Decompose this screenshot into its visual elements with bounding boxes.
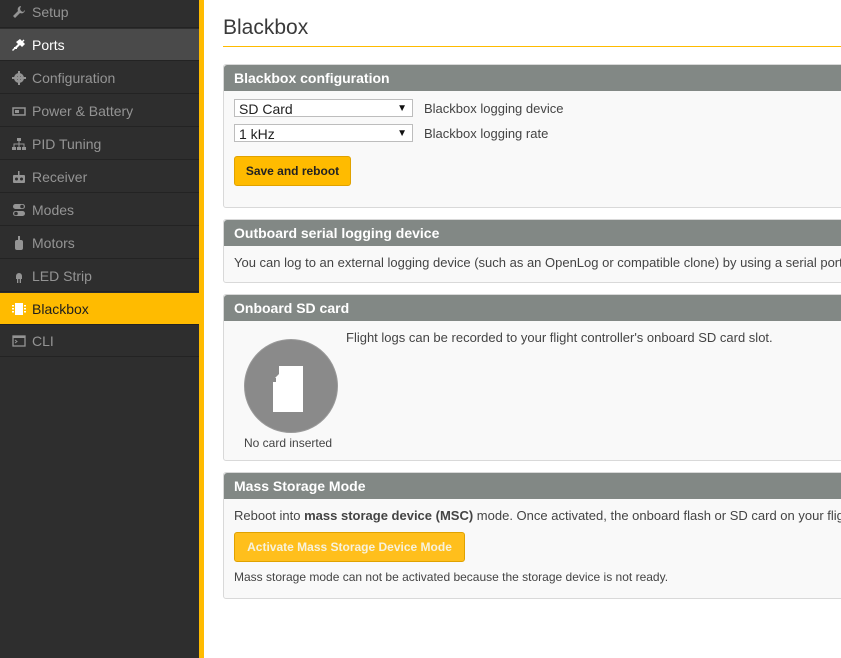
logging-rate-label: Blackbox logging rate <box>424 126 549 141</box>
sidebar-item-label: Power & Battery <box>32 102 134 119</box>
outboard-serial-panel: Outboard serial logging device You can l… <box>223 219 841 283</box>
dropdown-arrow-icon: ▼ <box>397 128 407 139</box>
main-content: Blackbox Blackbox configuration SD Card … <box>204 0 841 658</box>
msc-text-bold: mass storage device (MSC) <box>304 508 474 523</box>
sidebar-item-label: Setup <box>32 3 69 20</box>
panel-header: Outboard serial logging device <box>224 220 841 246</box>
wrench-icon <box>12 5 26 19</box>
sidebar-item-configuration[interactable]: Configuration <box>0 62 199 94</box>
sidebar-item-power-battery[interactable]: Power & Battery <box>0 95 199 127</box>
led-icon <box>12 269 26 283</box>
msc-text-pre: Reboot into <box>234 508 305 523</box>
sidebar-item-led-strip[interactable]: LED Strip <box>0 260 199 292</box>
sidebar-item-motors[interactable]: Motors <box>0 227 199 259</box>
sidebar-item-label: Configuration <box>32 69 116 86</box>
msc-description: Reboot into mass storage device (MSC) mo… <box>234 508 841 523</box>
sidebar-item-ports[interactable]: Ports <box>0 29 199 61</box>
mass-storage-panel: Mass Storage Mode Reboot into mass stora… <box>223 472 841 599</box>
sidebar-item-label: PID Tuning <box>32 135 102 152</box>
msc-text-post: mode. Once activated, the onboard flash … <box>473 508 841 523</box>
title-divider <box>223 46 841 47</box>
logging-rate-value: 1 kHz <box>239 126 275 142</box>
panel-header: Mass Storage Mode <box>224 473 841 499</box>
sidebar-item-receiver[interactable]: Receiver <box>0 161 199 193</box>
sidebar-item-label: Motors <box>32 234 75 251</box>
toggles-icon <box>12 203 26 217</box>
blackbox-configuration-panel: Blackbox configuration SD Card ▼ Blackbo… <box>223 64 841 208</box>
panel-header: Onboard SD card <box>224 295 841 321</box>
sidebar-item-label: LED Strip <box>32 267 92 284</box>
sidebar-item-cli[interactable]: CLI <box>0 325 199 357</box>
msc-status-note: Mass storage mode can not be activated b… <box>234 570 669 584</box>
outboard-description: You can log to an external logging devic… <box>234 255 841 270</box>
motor-icon <box>12 235 26 250</box>
sidebar-item-setup[interactable]: Setup <box>0 0 199 28</box>
dropdown-arrow-icon: ▼ <box>397 103 407 114</box>
sd-card-status-circle <box>244 339 338 433</box>
logging-rate-select[interactable]: 1 kHz ▼ <box>234 124 413 142</box>
sd-card-icon <box>273 366 303 412</box>
save-and-reboot-button[interactable]: Save and reboot <box>234 156 351 186</box>
sidebar-item-pid-tuning[interactable]: PID Tuning <box>0 128 199 160</box>
sd-card-description: Flight logs can be recorded to your flig… <box>346 330 773 345</box>
logging-device-select[interactable]: SD Card ▼ <box>234 99 413 117</box>
sidebar-nav: Setup Ports Configuration Power & Batter… <box>0 0 199 658</box>
blackbox-icon <box>12 302 26 316</box>
sidebar-item-label: CLI <box>32 332 54 349</box>
logging-device-label: Blackbox logging device <box>424 101 564 116</box>
plug-icon <box>12 38 26 52</box>
logging-device-value: SD Card <box>239 101 293 117</box>
gear-icon <box>12 70 26 85</box>
sidebar-item-label: Receiver <box>32 168 88 185</box>
terminal-icon <box>12 334 26 348</box>
sd-card-status-text: No card inserted <box>244 436 333 450</box>
pid-tree-icon <box>12 137 26 151</box>
sidebar-item-label: Modes <box>32 201 75 218</box>
sidebar-item-label: Ports <box>32 36 65 53</box>
battery-icon <box>12 104 26 118</box>
activate-msc-button[interactable]: Activate Mass Storage Device Mode <box>234 532 465 562</box>
sidebar-item-label: Blackbox <box>32 300 89 317</box>
sidebar-item-modes[interactable]: Modes <box>0 194 199 226</box>
panel-header: Blackbox configuration <box>224 65 841 91</box>
onboard-sd-card-panel: Onboard SD card Flight logs can be recor… <box>223 294 841 461</box>
receiver-icon <box>12 170 26 184</box>
page-title: Blackbox <box>223 16 309 39</box>
sidebar-item-blackbox[interactable]: Blackbox <box>0 293 199 325</box>
